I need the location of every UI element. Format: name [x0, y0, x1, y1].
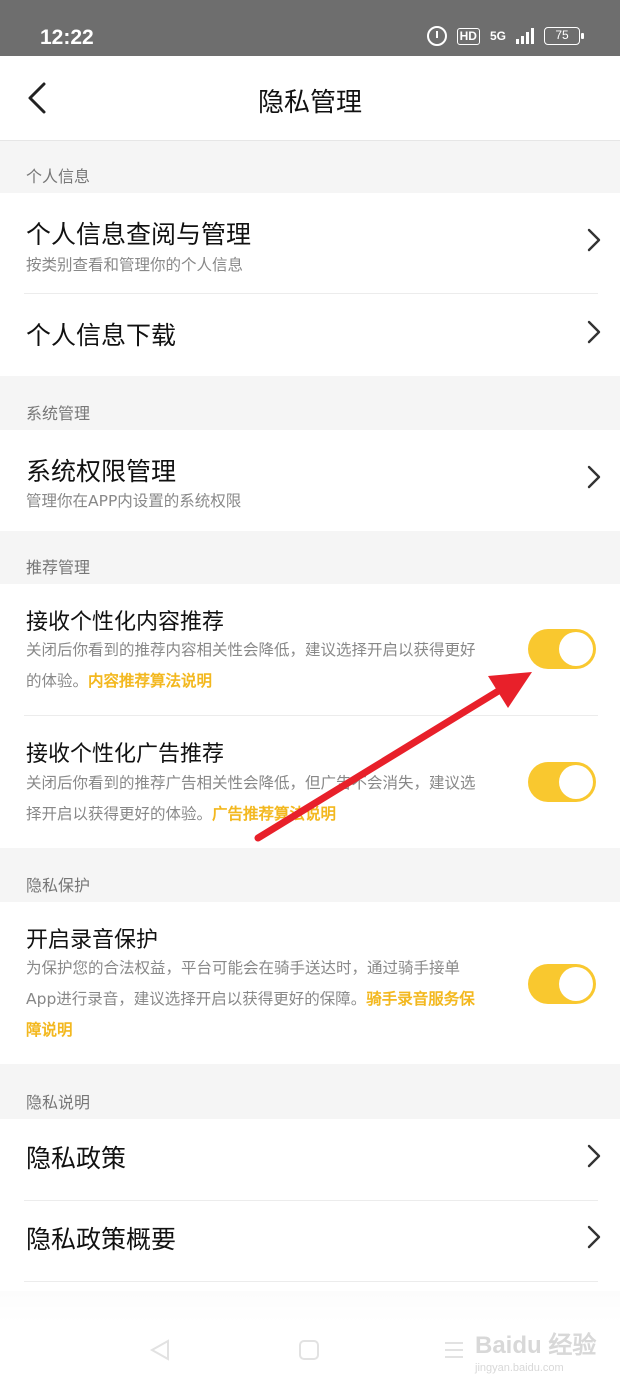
row-subtitle: 管理你在APP内设置的系统权限: [26, 492, 242, 510]
nav-back-icon[interactable]: [148, 1338, 172, 1362]
section-label-system: 系统管理: [26, 404, 91, 423]
row-title: 个人信息查阅与管理: [26, 220, 252, 249]
status-icons: HD 5G 75: [426, 26, 584, 46]
toggle-knob: [559, 967, 593, 1001]
chevron-right-icon: [587, 1225, 601, 1249]
card-policy: 隐私政策 隐私政策概要: [0, 1119, 620, 1291]
row-description: 为保护您的合法权益，平台可能会在骑手送达时，通过骑手接单App进行录音，建议选择…: [26, 953, 481, 1046]
row-title: 开启录音保护: [26, 928, 159, 953]
section-label-policy: 隐私说明: [26, 1093, 91, 1112]
page-title: 隐私管理: [257, 88, 362, 118]
row-title: 隐私政策: [26, 1144, 127, 1173]
signal-icon: [516, 28, 534, 44]
divider: [24, 1200, 598, 1201]
section-label-protection: 隐私保护: [26, 876, 91, 895]
row-title: 隐私政策概要: [26, 1225, 177, 1254]
card-protection: 开启录音保护 为保护您的合法权益，平台可能会在骑手送达时，通过骑手接单App进行…: [0, 902, 620, 1064]
row-title: 接收个性化广告推荐: [26, 742, 225, 767]
watermark-main: Baidu 经验: [475, 1332, 597, 1359]
personalized-content-toggle[interactable]: [528, 629, 596, 669]
toggle-knob: [559, 765, 593, 799]
divider: [24, 715, 598, 716]
nav-home-icon[interactable]: [297, 1338, 321, 1362]
recording-protection-toggle[interactable]: [528, 964, 596, 1004]
row-title: 系统权限管理: [26, 457, 177, 486]
network-label: 5G: [489, 29, 506, 43]
chevron-right-icon: [587, 465, 601, 489]
row-title: 接收个性化内容推荐: [26, 610, 225, 635]
section-label-recommend: 推荐管理: [26, 558, 91, 577]
chevron-right-icon: [587, 1144, 601, 1168]
divider: [24, 1281, 598, 1282]
card-system: 系统权限管理 管理你在APP内设置的系统权限: [0, 430, 620, 531]
chevron-right-icon: [587, 320, 601, 344]
content-algorithm-link[interactable]: 内容推荐算法说明: [88, 672, 212, 690]
toggle-knob: [559, 632, 593, 666]
divider: [24, 293, 598, 294]
hd-icon: HD: [456, 27, 480, 45]
section-label-personal: 个人信息: [26, 167, 91, 186]
alarm-icon: [426, 26, 447, 46]
row-description: 关闭后你看到的推荐内容相关性会降低，建议选择开启以获得更好的体验。内容推荐算法说…: [26, 635, 481, 697]
card-personal: 个人信息查阅与管理 按类别查看和管理你的个人信息 个人信息下载: [0, 193, 620, 376]
chevron-right-icon: [587, 228, 601, 252]
nav-menu-icon[interactable]: [442, 1338, 466, 1362]
row-description: 关闭后你看到的推荐广告相关性会降低，但广告不会消失，建议选择开启以获得更好的体验…: [26, 768, 481, 830]
watermark-sub: jingyan.baidu.com: [475, 1362, 564, 1374]
app-header: 隐私管理: [0, 56, 620, 141]
card-recommend: 接收个性化内容推荐 关闭后你看到的推荐内容相关性会降低，建议选择开启以获得更好的…: [0, 584, 620, 848]
baidu-watermark: Baidu 经验 jingyan.baidu.com: [475, 1325, 596, 1374]
row-title: 个人信息下载: [26, 321, 177, 350]
personalized-ads-toggle[interactable]: [528, 762, 596, 802]
ad-algorithm-link[interactable]: 广告推荐算法说明: [212, 805, 336, 823]
status-time: 12:22: [40, 26, 94, 49]
battery-icon: 75: [544, 27, 584, 45]
row-subtitle: 按类别查看和管理你的个人信息: [26, 256, 244, 274]
status-bar: 12:22 HD 5G 75: [0, 0, 620, 56]
